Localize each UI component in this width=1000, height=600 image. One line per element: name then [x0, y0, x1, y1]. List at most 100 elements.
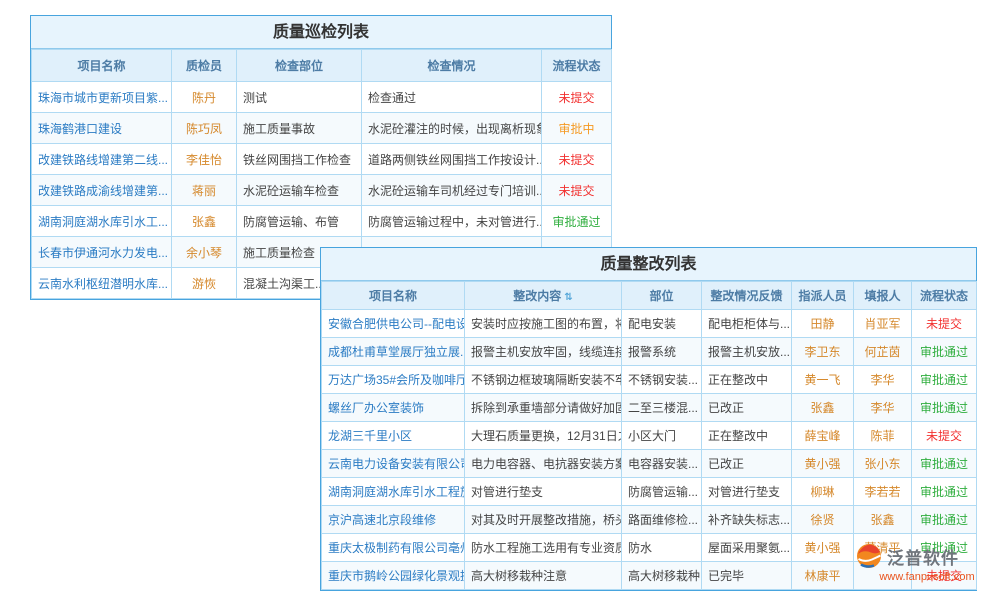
table-row[interactable]: 云南电力设备安装有限公司20...电力电容器、电抗器安装方案,...电容器安装.…	[322, 450, 977, 478]
assignee-cell: 田静	[792, 310, 854, 338]
content-cell: 安装时应按施工图的布置，将...	[465, 310, 622, 338]
part-cell: 水泥砼运输车检查	[237, 175, 362, 206]
project-cell[interactable]: 京沪高速北京段维修	[322, 506, 465, 534]
project-cell[interactable]: 湖南洞庭湖水库引水工...	[32, 206, 172, 237]
inspector-cell: 陈丹	[172, 82, 237, 113]
project-cell[interactable]: 长春市伊通河水力发电...	[32, 237, 172, 268]
status-cell: 审批通过	[912, 478, 977, 506]
feedback-cell: 对管进行垫支	[702, 478, 792, 506]
project-cell[interactable]: 重庆市鹅岭公园绿化景观提升...	[322, 562, 465, 590]
assignee-cell: 黄小强	[792, 450, 854, 478]
project-cell[interactable]: 重庆太极制药有限公司亳州中...	[322, 534, 465, 562]
table-row[interactable]: 珠海鹤港口建设陈巧凤施工质量事故水泥砼灌注的时候，出现离析现象审批中	[32, 113, 612, 144]
inspector-cell: 李佳怡	[172, 144, 237, 175]
table-row[interactable]: 万达广场35#会所及咖啡厅空...不锈钢边框玻璃隔断安装不牢...不锈钢安装..…	[322, 366, 977, 394]
feedback-cell: 已改正	[702, 450, 792, 478]
feedback-cell: 补齐缺失标志...	[702, 506, 792, 534]
table-row[interactable]: 湖南洞庭湖水库引水工...张鑫防腐管运输、布管防腐管运输过程中，未对管进行...…	[32, 206, 612, 237]
assignee-cell: 张鑫	[792, 394, 854, 422]
table-row[interactable]: 螺丝厂办公室装饰拆除到承重墙部分请做好加固...二至三楼混...已改正张鑫李华审…	[322, 394, 977, 422]
project-cell[interactable]: 改建铁路成渝线增建第...	[32, 175, 172, 206]
rectification-list-title: 质量整改列表	[321, 248, 976, 281]
sort-icon[interactable]: ⇅	[564, 292, 572, 303]
column-header-status: 流程状态	[542, 50, 612, 82]
status-cell: 审批中	[542, 113, 612, 144]
brand-name: 泛普软件	[887, 544, 959, 569]
content-cell: 对管进行垫支	[465, 478, 622, 506]
table-row[interactable]: 龙湖三千里小区大理石质量更换，12月31日之...小区大门正在整改中薛宝峰陈菲未…	[322, 422, 977, 450]
part-cell: 配电安装	[622, 310, 702, 338]
inspection-list-title: 质量巡检列表	[31, 16, 611, 49]
content-cell: 不锈钢边框玻璃隔断安装不牢...	[465, 366, 622, 394]
table-row[interactable]: 改建铁路线增建第二线...李佳怡铁丝网围挡工作检查道路两侧铁丝网围挡工作按设计.…	[32, 144, 612, 175]
brand-url[interactable]: www.fanpusoft.com	[856, 571, 998, 583]
project-cell[interactable]: 改建铁路线增建第二线...	[32, 144, 172, 175]
column-header-part: 部位	[622, 282, 702, 310]
table-row[interactable]: 成都杜甫草堂展厅独立展...报警主机安放牢固，线缆连接...报警系统报警主机安放…	[322, 338, 977, 366]
project-cell[interactable]: 成都杜甫草堂展厅独立展...	[322, 338, 465, 366]
project-cell[interactable]: 云南水利枢纽潜明水库...	[32, 268, 172, 299]
assignee-cell: 薛宝峰	[792, 422, 854, 450]
reporter-cell: 李华	[854, 366, 912, 394]
project-cell[interactable]: 珠海市城市更新项目紫...	[32, 82, 172, 113]
status-cell: 审批通过	[912, 394, 977, 422]
header-row: 项目名称质检员检查部位检查情况流程状态	[32, 50, 612, 82]
column-label: 质检员	[186, 59, 222, 73]
status-cell: 未提交	[542, 144, 612, 175]
content-cell: 电力电容器、电抗器安装方案,...	[465, 450, 622, 478]
table-row[interactable]: 湖南洞庭湖水库引水工程施工...对管进行垫支防腐管运输...对管进行垫支柳琳李若…	[322, 478, 977, 506]
situation-cell: 水泥砼灌注的时候，出现离析现象	[362, 113, 542, 144]
content-cell: 高大树移栽种注意	[465, 562, 622, 590]
table-row[interactable]: 改建铁路成渝线增建第...蒋丽水泥砼运输车检查水泥砼运输车司机经过专门培训...…	[32, 175, 612, 206]
table-row[interactable]: 珠海市城市更新项目紫...陈丹测试检查通过未提交	[32, 82, 612, 113]
column-header-status: 流程状态	[912, 282, 977, 310]
inspector-cell: 蒋丽	[172, 175, 237, 206]
fanpu-logo[interactable]: 泛普软件 www.fanpusoft.com	[856, 543, 998, 583]
status-cell: 未提交	[542, 175, 612, 206]
part-cell: 电容器安装...	[622, 450, 702, 478]
content-cell: 拆除到承重墙部分请做好加固...	[465, 394, 622, 422]
project-cell[interactable]: 湖南洞庭湖水库引水工程施工...	[322, 478, 465, 506]
part-cell: 防腐管运输...	[622, 478, 702, 506]
column-label: 项目名称	[369, 289, 417, 303]
project-cell[interactable]: 安徽合肥供电公司--配电设备...	[322, 310, 465, 338]
project-cell[interactable]: 螺丝厂办公室装饰	[322, 394, 465, 422]
column-label: 检查部位	[275, 59, 323, 73]
feedback-cell: 报警主机安放...	[702, 338, 792, 366]
rectification-table-head: 项目名称整改内容⇅部位整改情况反馈指派人员填报人流程状态	[322, 282, 977, 310]
project-cell[interactable]: 万达广场35#会所及咖啡厅空...	[322, 366, 465, 394]
column-header-project: 项目名称	[322, 282, 465, 310]
status-cell: 审批通过	[542, 206, 612, 237]
content-cell: 报警主机安放牢固，线缆连接...	[465, 338, 622, 366]
project-cell[interactable]: 珠海鹤港口建设	[32, 113, 172, 144]
reporter-cell: 何芷茵	[854, 338, 912, 366]
feedback-cell: 屋面采用聚氨...	[702, 534, 792, 562]
reporter-cell: 李若若	[854, 478, 912, 506]
situation-cell: 防腐管运输过程中，未对管进行...	[362, 206, 542, 237]
column-header-content[interactable]: 整改内容⇅	[465, 282, 622, 310]
column-label: 检查情况	[427, 59, 475, 73]
part-cell: 报警系统	[622, 338, 702, 366]
part-cell: 施工质量事故	[237, 113, 362, 144]
part-cell: 防腐管运输、布管	[237, 206, 362, 237]
header-row: 项目名称整改内容⇅部位整改情况反馈指派人员填报人流程状态	[322, 282, 977, 310]
status-cell: 审批通过	[912, 338, 977, 366]
part-cell: 小区大门	[622, 422, 702, 450]
status-cell: 未提交	[912, 422, 977, 450]
feedback-cell: 正在整改中	[702, 366, 792, 394]
table-row[interactable]: 京沪高速北京段维修对其及时开展整改措施，桥头...路面维修检...补齐缺失标志.…	[322, 506, 977, 534]
feedback-cell: 正在整改中	[702, 422, 792, 450]
part-cell: 高大树移栽种	[622, 562, 702, 590]
table-row[interactable]: 安徽合肥供电公司--配电设备...安装时应按施工图的布置，将...配电安装配电柜…	[322, 310, 977, 338]
status-cell: 未提交	[542, 82, 612, 113]
reporter-cell: 肖亚军	[854, 310, 912, 338]
part-cell: 二至三楼混...	[622, 394, 702, 422]
part-cell: 防水	[622, 534, 702, 562]
part-cell: 测试	[237, 82, 362, 113]
project-cell[interactable]: 云南电力设备安装有限公司20...	[322, 450, 465, 478]
part-cell: 铁丝网围挡工作检查	[237, 144, 362, 175]
project-cell[interactable]: 龙湖三千里小区	[322, 422, 465, 450]
content-cell: 防水工程施工选用有专业资质...	[465, 534, 622, 562]
column-header-part: 检查部位	[237, 50, 362, 82]
column-label: 整改内容	[513, 289, 561, 303]
